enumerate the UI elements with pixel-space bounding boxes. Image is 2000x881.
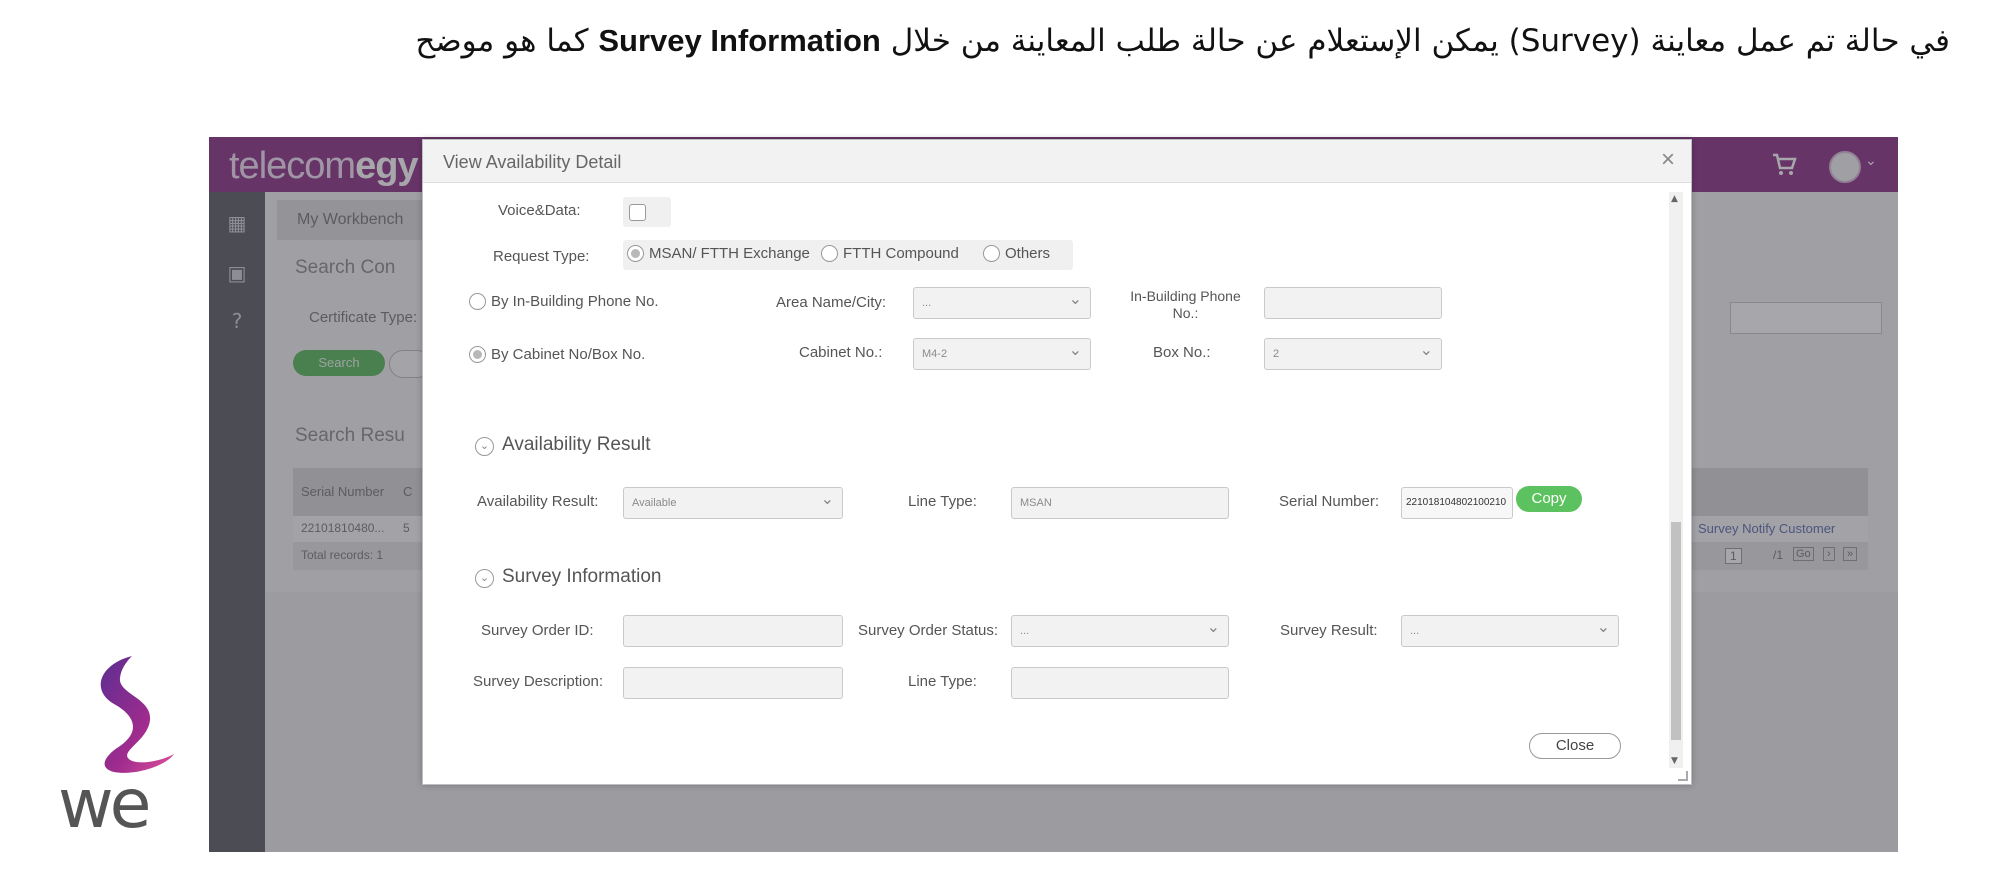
- survey-order-id-input[interactable]: [623, 615, 843, 647]
- availability-detail-dialog: View Availability Detail × Voice&Data: R…: [422, 139, 1692, 785]
- request-type-others[interactable]: Others: [983, 245, 1050, 262]
- by-inbuilding-phone-radio[interactable]: By In-Building Phone No.: [469, 293, 659, 310]
- survey-description-input[interactable]: [623, 667, 843, 699]
- line-type-label: Line Type:: [908, 493, 977, 510]
- survey-order-status-select[interactable]: ...: [1011, 613, 1229, 647]
- survey-information-heading[interactable]: ⌄ Survey Information: [475, 566, 661, 588]
- request-type-label: Request Type:: [493, 248, 590, 265]
- dialog-scrollbar[interactable]: ▲ ▼: [1669, 192, 1683, 768]
- box-select[interactable]: 2: [1264, 336, 1442, 370]
- dialog-body: Voice&Data: Request Type: MSAN/ FTTH Exc…: [433, 182, 1669, 774]
- inbuilding-phone-input[interactable]: [1264, 287, 1442, 319]
- caption-bold: Survey Information: [598, 23, 881, 58]
- request-type-group: MSAN/ FTTH Exchange FTTH Compound Others: [623, 240, 1073, 270]
- availability-result-heading[interactable]: ⌄ Availability Result: [475, 434, 651, 456]
- request-type-ftth-compound[interactable]: FTTH Compound: [821, 245, 959, 262]
- copy-button[interactable]: Copy: [1516, 486, 1582, 512]
- radio-icon: [469, 293, 486, 310]
- voice-data-label: Voice&Data:: [498, 202, 581, 219]
- serial-number-label: Serial Number:: [1279, 493, 1380, 510]
- scroll-down-icon[interactable]: ▼: [1671, 756, 1678, 766]
- survey-result-label: Survey Result:: [1280, 622, 1378, 639]
- availability-result-select[interactable]: Available: [623, 485, 843, 519]
- by-cabinet-box-radio[interactable]: By Cabinet No/Box No.: [469, 346, 645, 363]
- survey-result-select[interactable]: ...: [1401, 613, 1619, 647]
- survey-description-label: Survey Description:: [473, 673, 604, 690]
- chevron-down-icon: ⌄: [475, 437, 494, 456]
- dialog-header: View Availability Detail ×: [423, 140, 1691, 183]
- slide-caption: في حالة تم عمل معاينة (Survey) يمكن الإس…: [200, 20, 1950, 62]
- request-type-msan[interactable]: MSAN/ FTTH Exchange: [627, 245, 810, 262]
- resize-grip-icon[interactable]: [1678, 771, 1688, 781]
- radio-icon: [821, 245, 838, 262]
- voice-data-checkbox[interactable]: [623, 197, 671, 227]
- area-name-select[interactable]: ...: [913, 285, 1091, 319]
- inbuilding-phone-label: In-Building Phone No.:: [1130, 288, 1241, 321]
- cabinet-select[interactable]: M4-2: [913, 336, 1091, 370]
- area-name-label: Area Name/City:: [776, 294, 887, 311]
- close-button[interactable]: Close: [1529, 733, 1621, 759]
- box-label: Box No.:: [1153, 344, 1211, 361]
- radio-selected-icon: [469, 346, 486, 363]
- we-logo-text: we: [58, 765, 151, 844]
- survey-line-type-input[interactable]: [1011, 667, 1229, 699]
- survey-line-type-label: Line Type:: [908, 673, 977, 690]
- serial-number-input[interactable]: 221018104802100210: [1401, 487, 1513, 519]
- line-type-input[interactable]: MSAN: [1011, 487, 1229, 519]
- chevron-down-icon: ⌄: [475, 569, 494, 588]
- survey-order-status-label: Survey Order Status:: [858, 622, 999, 639]
- caption-part-2: كما هو موضح: [415, 23, 599, 59]
- radio-selected-icon: [627, 245, 644, 262]
- scroll-thumb[interactable]: [1671, 522, 1681, 740]
- radio-icon: [983, 245, 1000, 262]
- caption-part-1: في حالة تم عمل معاينة (Survey) يمكن الإس…: [880, 23, 1950, 59]
- dialog-title: View Availability Detail: [443, 152, 622, 172]
- we-logo-mark: [100, 656, 174, 773]
- scroll-up-icon[interactable]: ▲: [1671, 194, 1678, 204]
- close-icon[interactable]: ×: [1661, 146, 1675, 174]
- survey-order-id-label: Survey Order ID:: [481, 622, 594, 639]
- availability-result-label: Availability Result:: [477, 493, 599, 510]
- cabinet-label: Cabinet No.:: [799, 344, 883, 361]
